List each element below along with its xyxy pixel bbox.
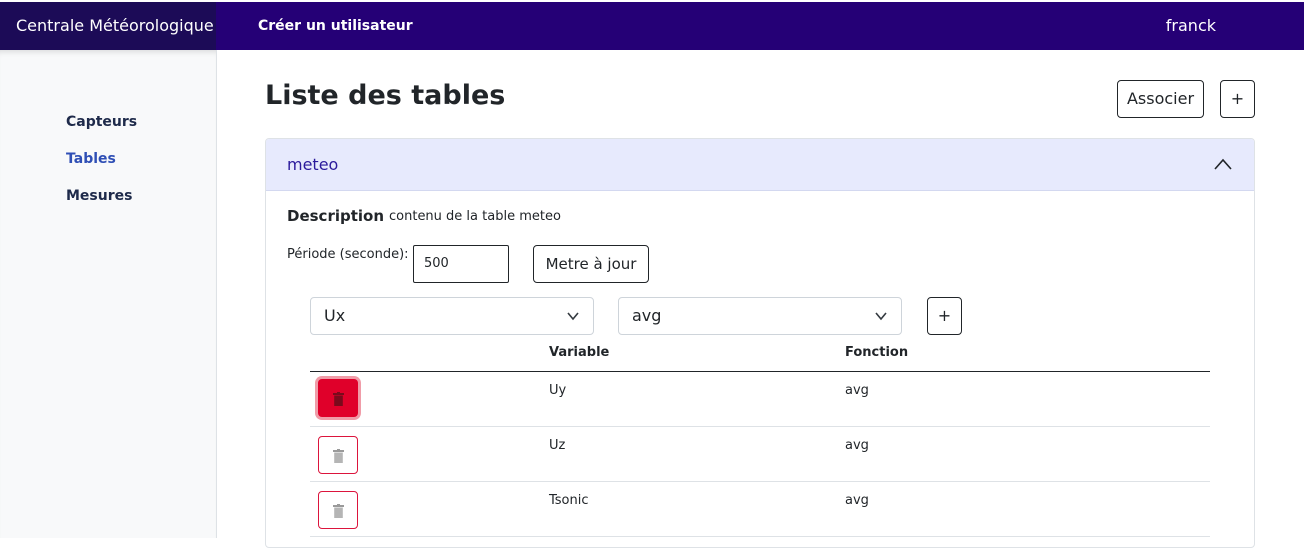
function-select[interactable]: avg [618, 297, 902, 335]
page-title: Liste des tables [265, 80, 506, 111]
table-cell-function: avg [845, 493, 869, 508]
table-card-header[interactable]: meteo [266, 139, 1254, 191]
trash-icon [333, 392, 344, 406]
delete-row-button[interactable] [318, 436, 358, 474]
description-value: contenu de la table meteo [389, 209, 561, 224]
description-label: Description [287, 207, 385, 225]
row-divider [310, 536, 1210, 537]
table-name: meteo [287, 155, 339, 174]
delete-row-button[interactable] [318, 379, 358, 417]
table-cell-function: avg [845, 438, 869, 453]
variable-select-value: Ux [324, 306, 346, 325]
table-header-divider [310, 371, 1210, 372]
associate-button[interactable]: Associer [1117, 80, 1204, 118]
update-button[interactable]: Metre à jour [533, 245, 649, 283]
period-input-value: 500 [424, 256, 449, 271]
sidebar-item-mesures[interactable]: Mesures [66, 188, 132, 204]
trash-icon [333, 504, 344, 518]
chevron-down-icon [567, 312, 579, 321]
sidebar-item-capteurs[interactable]: Capteurs [66, 114, 137, 130]
period-input[interactable]: 500 [413, 245, 509, 283]
user-menu[interactable]: franck [1166, 2, 1216, 50]
chevron-up-icon[interactable] [1214, 157, 1232, 171]
row-divider [310, 481, 1210, 482]
variable-select[interactable]: Ux [310, 297, 594, 335]
column-header-variable: Variable [549, 345, 610, 360]
table-card: meteo Description contenu de la table me… [265, 138, 1255, 548]
table-cell-variable: Uz [549, 438, 566, 453]
row-divider [310, 426, 1210, 427]
table-cell-variable: Tsonic [549, 493, 589, 508]
trash-icon [333, 449, 344, 463]
brand-title[interactable]: Centrale Météorologique [0, 2, 216, 50]
period-label: Période (seconde): [287, 247, 409, 262]
sidebar-item-tables[interactable]: Tables [66, 151, 116, 167]
table-cell-function: avg [845, 383, 869, 398]
chevron-down-icon [875, 312, 887, 321]
function-select-value: avg [632, 306, 662, 325]
table-cell-variable: Uy [549, 383, 567, 398]
column-header-fonction: Fonction [845, 345, 909, 360]
sidebar: Capteurs Tables Mesures [0, 50, 217, 538]
delete-row-button[interactable] [318, 491, 358, 529]
add-table-button[interactable]: + [1220, 80, 1255, 118]
create-user-link[interactable]: Créer un utilisateur [258, 2, 413, 50]
top-navbar: Centrale Météorologique Créer un utilisa… [0, 0, 1304, 50]
add-variable-button[interactable]: + [927, 297, 962, 335]
